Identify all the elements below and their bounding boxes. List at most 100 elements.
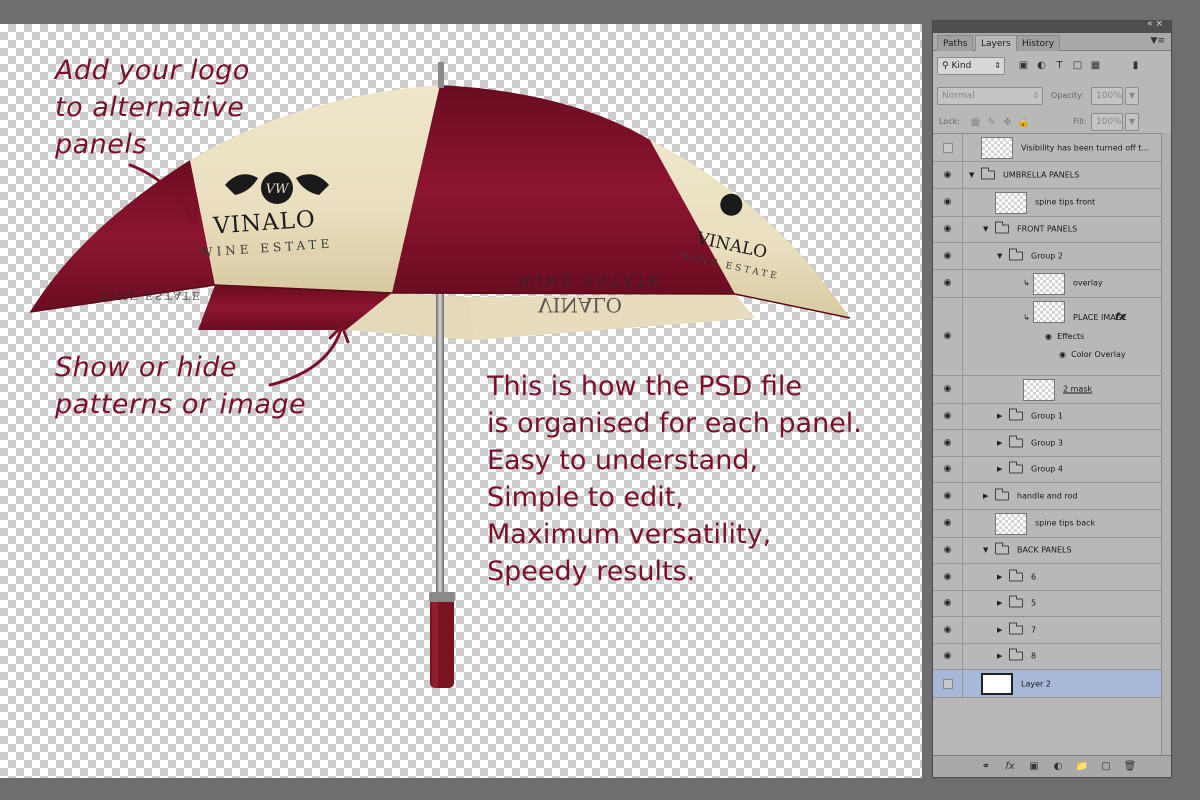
expand-right-icon[interactable]: ▶ [997,412,1002,420]
layer-row[interactable]: ◉ ▼ FRONT PANELS [933,216,1161,243]
opacity-input[interactable]: 100% [1091,87,1123,105]
layer-row[interactable]: ◉ ▶ Group 1 [933,403,1161,430]
fx-icon[interactable]: fx [1115,312,1126,323]
visibility-eye-icon[interactable]: ◉ [933,188,963,216]
expand-right-icon[interactable]: ▶ [997,599,1002,607]
fill-dropdown[interactable]: ▼ [1125,113,1139,131]
visibility-toggle[interactable] [933,670,963,697]
search-icon: ⚲ [942,61,949,71]
expand-right-icon[interactable]: ▶ [997,652,1002,660]
visibility-eye-icon[interactable]: ◉ [933,269,963,297]
layer-row[interactable]: Layer 2 [933,670,1161,698]
color-overlay-row[interactable]: ◉ Color Overlay [1059,350,1126,359]
folder-icon [1009,595,1023,608]
layer-name: 7 [1031,625,1037,635]
visibility-toggle[interactable] [933,134,963,161]
visibility-eye-icon[interactable]: ◉ [933,403,963,429]
lock-all-icon[interactable]: 🔒 [1017,116,1030,129]
trash-icon[interactable]: 🗑 [1123,760,1137,774]
visibility-eye-icon[interactable]: ◉ [933,430,963,456]
expand-down-icon[interactable]: ▼ [997,252,1002,260]
visibility-eye-icon[interactable]: ◉ [933,297,963,375]
layer-row[interactable]: ◉ ↳ PLACE IMAGE fx ◉ Effects ◉ Color Overlay [933,297,1161,376]
layer-row[interactable]: ◉ ▶ 8 [933,643,1161,670]
type-filter-icon[interactable]: T [1053,59,1066,72]
adjustment-layer-icon[interactable]: ◐ [1051,760,1065,774]
effects-row[interactable]: ◉ Effects [1045,332,1084,341]
link-layers-icon[interactable]: ⚭ [979,760,993,774]
layers-scrollbar[interactable] [1161,133,1171,755]
tab-history[interactable]: History [1016,35,1061,51]
filter-toggle-icon[interactable]: ▮ [1129,59,1142,72]
layer-name: 8 [1031,651,1037,661]
layer-thumbnail [981,673,1013,695]
visibility-eye-icon[interactable]: ◉ [933,617,963,643]
visibility-eye-icon[interactable]: ◉ [933,590,963,616]
visibility-eye-icon[interactable]: ◉ [933,456,963,482]
layer-row[interactable]: ◉ ▶ handle and rod [933,483,1161,510]
visibility-eye-icon[interactable]: ◉ [933,216,963,242]
expand-right-icon[interactable]: ▶ [997,573,1002,581]
image-filter-icon[interactable]: ▣ [1017,59,1030,72]
expand-right-icon[interactable]: ▶ [983,492,988,500]
layers-list: Visibility has been turned off t... ◉ ▼ UMB… [933,133,1161,698]
visibility-eye-icon[interactable]: ◉ [933,564,963,590]
visibility-eye-icon[interactable]: ◉ [933,162,963,188]
tab-paths[interactable]: Paths [937,35,974,51]
filter-kind-select[interactable]: ⚲ Kind ⇕ [937,57,1005,75]
fill-input[interactable]: 100% [1091,113,1123,131]
layer-row[interactable]: ◉ ▼ BACK PANELS [933,537,1161,564]
layer-row[interactable]: ◉ spine tips front [933,188,1161,217]
visibility-eye-icon[interactable]: ◉ [933,537,963,563]
visibility-eye-icon[interactable]: ◉ [933,483,963,509]
panel-menu-icon[interactable]: ▼≡ [1151,36,1165,46]
expand-down-icon[interactable]: ▼ [983,225,988,233]
layer-row[interactable]: ◉ ▼ UMBRELLA PANELS [933,162,1161,189]
folder-icon [1009,569,1023,582]
annotation-logo-hint: Add your logo to alternative panels [55,55,250,160]
expand-down-icon[interactable]: ▼ [983,546,988,554]
visibility-eye-icon[interactable]: ◉ [933,509,963,537]
smart-object-filter-icon[interactable]: ▦ [1089,59,1102,72]
layer-row[interactable]: ◉ ↳ overlay [933,269,1161,298]
new-layer-icon[interactable]: □ [1099,760,1113,774]
double-chevron-icon[interactable]: « × [1147,19,1163,29]
visibility-eye-icon[interactable]: ◉ [933,643,963,669]
layer-row[interactable]: ◉ ▶ 5 [933,590,1161,617]
visibility-eye-icon[interactable]: ◉ [933,243,963,269]
layer-row[interactable]: ◉ 2 mask [933,375,1161,404]
eye-icon[interactable]: ◉ [1059,350,1071,359]
layer-name: 6 [1031,572,1037,582]
visibility-eye-icon[interactable]: ◉ [933,375,963,403]
layer-row[interactable]: ◉ ▶ Group 3 [933,430,1161,457]
layer-row[interactable]: ◉ spine tips back [933,509,1161,538]
layer-style-icon[interactable]: fx [1003,760,1017,774]
expand-down-icon[interactable]: ▼ [969,171,974,179]
lock-position-icon[interactable]: ✥ [1001,116,1014,129]
expand-right-icon[interactable]: ▶ [997,439,1002,447]
add-mask-icon[interactable]: ▣ [1027,760,1041,774]
adjustment-filter-icon[interactable]: ◐ [1035,59,1048,72]
layer-row[interactable]: Visibility has been turned off t... [933,134,1161,162]
blend-mode-select[interactable]: Normal ⇕ [937,87,1043,105]
lock-image-icon[interactable]: ✎ [985,116,998,129]
hidden-box-icon [942,678,953,689]
layer-row[interactable]: ◉ ▼ Group 2 [933,243,1161,270]
clipping-mask-icon: ↳ [1023,312,1030,322]
layer-row[interactable]: ◉ ▶ Group 4 [933,456,1161,483]
tab-layers[interactable]: Layers [975,35,1017,51]
opacity-dropdown[interactable]: ▼ [1125,87,1139,105]
lock-transparent-icon[interactable]: ▦ [969,116,982,129]
panel-title-bar[interactable]: « × [933,19,1171,33]
expand-right-icon[interactable]: ▶ [997,626,1002,634]
new-group-icon[interactable]: 📁 [1075,760,1089,774]
eye-icon[interactable]: ◉ [1045,332,1057,341]
color-overlay-label: Color Overlay [1071,349,1126,359]
svg-text:WINE ESTATE: WINE ESTATE [98,289,202,302]
layer-row[interactable]: ◉ ▶ 7 [933,617,1161,644]
layer-row[interactable]: ◉ ▶ 6 [933,564,1161,591]
umbrella-shaft [436,285,444,605]
shape-filter-icon[interactable]: □ [1071,59,1084,72]
expand-right-icon[interactable]: ▶ [997,465,1002,473]
document-canvas[interactable]: VW VINALO WINE ESTATE VINALO WINE ESTATE… [0,24,922,778]
